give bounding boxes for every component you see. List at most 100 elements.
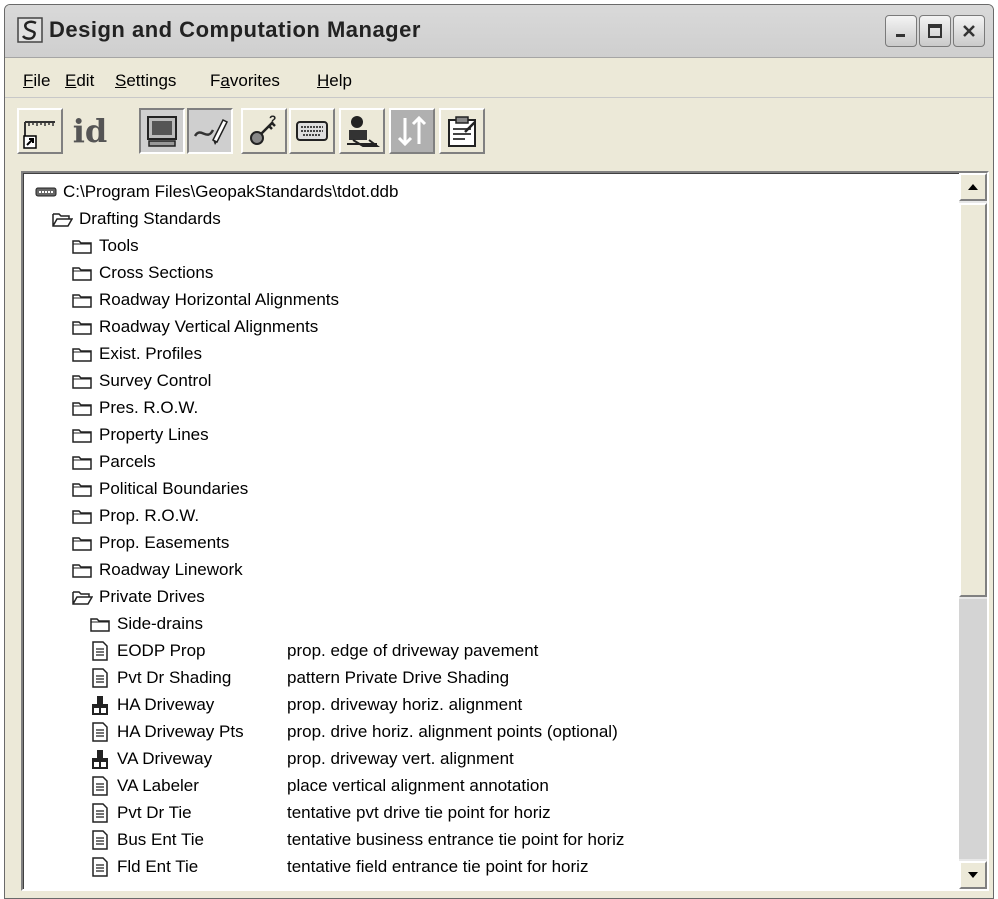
toolbar-button-id[interactable]: id [67,108,113,154]
tree-folder[interactable]: Survey Control [71,368,211,394]
tree-item-label: HA Driveway Pts [117,722,244,741]
tree-item-label: Survey Control [99,371,212,390]
tree-item-label: EODP Prop [117,641,206,660]
tree-folder[interactable]: Roadway Linework [71,557,243,583]
close-button[interactable] [953,15,985,47]
toolbar-button-seat[interactable] [339,108,385,154]
document-icon [89,722,111,742]
tree-root-database[interactable]: C:\Program Files\GeopakStandards\tdot.dd… [35,179,398,205]
seat-person-icon [347,116,380,147]
tree-folder[interactable]: Prop. Easements [71,530,229,556]
scroll-up-button[interactable] [959,173,987,201]
document-icon [89,803,111,823]
tree-item-label: HA Driveway [117,695,215,714]
scrollbar-thumb[interactable] [959,203,987,597]
menu-edit[interactable]: Edit [65,71,94,91]
document-icon [89,776,111,796]
menu-file[interactable]: File [23,71,50,91]
document-icon [89,668,111,688]
minimize-button[interactable] [885,15,917,47]
menu-favorites[interactable]: Favorites [210,71,280,91]
tree-folder[interactable]: Property Lines [71,422,209,448]
database-icon [35,182,57,202]
toolbar: id ? [5,97,993,160]
tree-item-description: prop. driveway horiz. alignment [287,695,523,714]
toolbar-button-properties[interactable] [439,108,485,154]
tree-item-label: Tools [99,236,139,255]
tree-folder[interactable]: Tools [71,233,139,259]
tree-item-label: Parcels [99,452,156,471]
folder-icon [71,371,93,391]
tree-item-label: VA Labeler [117,776,199,795]
scrollbar-track[interactable] [959,599,987,859]
tree-item-description: prop. edge of driveway pavement [287,641,539,660]
tree-item-label: Exist. Profiles [99,344,202,363]
vertical-scrollbar[interactable] [959,173,987,889]
folder-icon [71,263,93,283]
tree-folder[interactable]: Political Boundaries [71,476,248,502]
tree-item-label: Pvt Dr Shading [117,668,232,687]
tree-feature-item[interactable]: Bus Ent Tie tentative business entrance t… [89,827,624,853]
app-window: Design and Computation Manager File Edit… [4,4,994,899]
folder-icon [71,317,93,337]
tree-item-description: place vertical alignment annotation [287,776,549,795]
toolbar-button-display[interactable] [139,108,185,154]
tree-item-description: prop. driveway vert. alignment [287,749,514,768]
document-icon [89,830,111,850]
tree-feature-item[interactable]: EODP Prop prop. edge of driveway pavement [89,638,538,664]
app-logo-icon [17,17,43,43]
tree-item-label: Roadway Linework [99,560,243,579]
tree-folder-side-drains[interactable]: Side-drains [89,611,203,637]
tree-folder-private-drives[interactable]: Private Drives [71,584,205,610]
folder-icon [71,236,93,256]
tree-feature-item[interactable]: Pvt Dr Tie tentative pvt drive tie point … [89,800,551,826]
tree-item-label: Roadway Vertical Alignments [99,317,319,336]
tree-folder[interactable]: Cross Sections [71,260,213,286]
svg-text:?: ? [269,113,276,127]
tree-item-label: Prop. R.O.W. [99,506,200,525]
toolbar-button-key[interactable]: ? [241,108,287,154]
tree-item-label: Private Drives [99,587,205,606]
folder-icon [71,479,93,499]
id-icon: id [72,112,108,150]
tree-item-label: Pvt Dr Tie [117,803,192,822]
tree-folder-drafting-standards[interactable]: Drafting Standards [51,206,221,232]
tree-folder[interactable]: Pres. R.O.W. [71,395,198,421]
tree-item-label: Side-drains [117,614,203,633]
tree-feature-item[interactable]: HA Driveway prop. driveway horiz. alignme… [89,692,522,718]
tree-folder[interactable]: Roadway Vertical Alignments [71,314,318,340]
maximize-button[interactable] [919,15,951,47]
folder-icon [71,425,93,445]
folder-icon [71,344,93,364]
tree-feature-item[interactable]: Pvt Dr Shading pattern Private Drive Shad… [89,665,509,691]
menu-settings[interactable]: Settings [115,71,176,91]
arrow-up-icon [968,184,978,190]
scroll-down-button[interactable] [959,861,987,889]
tree-folder[interactable]: Exist. Profiles [71,341,202,367]
tree-folder[interactable]: Parcels [71,449,156,475]
tree-feature-item[interactable]: VA Driveway prop. driveway vert. alignmen… [89,746,514,772]
tree-feature-item[interactable]: VA Labeler place vertical alignment annot… [89,773,549,799]
tree-item-description: tentative pvt drive tie point for horiz [287,803,551,822]
alignment-tool-icon [89,749,111,769]
tree-item-label: Bus Ent Tie [117,830,204,849]
document-icon [89,857,111,877]
shortcut-ruler-icon [23,121,55,149]
title-bar[interactable]: Design and Computation Manager [5,5,993,58]
arrow-down-icon [968,872,978,878]
tree-folder[interactable]: Roadway Horizontal Alignments [71,287,339,313]
menu-help[interactable]: Help [317,71,352,91]
toolbar-button-keyboard[interactable] [289,108,335,154]
properties-clipboard-icon [448,116,476,147]
tree-feature-item[interactable]: Fld Ent Tie tentative field entrance tie … [89,854,588,880]
tree-feature-item[interactable]: HA Driveway Pts prop. drive horiz. alignm… [89,719,618,745]
toolbar-button-sort[interactable] [389,108,435,154]
folder-icon [71,290,93,310]
tree-item-label: Pres. R.O.W. [99,398,199,417]
tree-folder[interactable]: Prop. R.O.W. [71,503,199,529]
tree-item-label: Roadway Horizontal Alignments [99,290,340,309]
tree-item-description: prop. drive horiz. alignment points (opt… [287,722,618,741]
toolbar-button-draw[interactable] [187,108,233,154]
standards-tree-view[interactable]: C:\Program Files\GeopakStandards\tdot.dd… [21,171,989,891]
toolbar-button-shortcut[interactable] [17,108,63,154]
